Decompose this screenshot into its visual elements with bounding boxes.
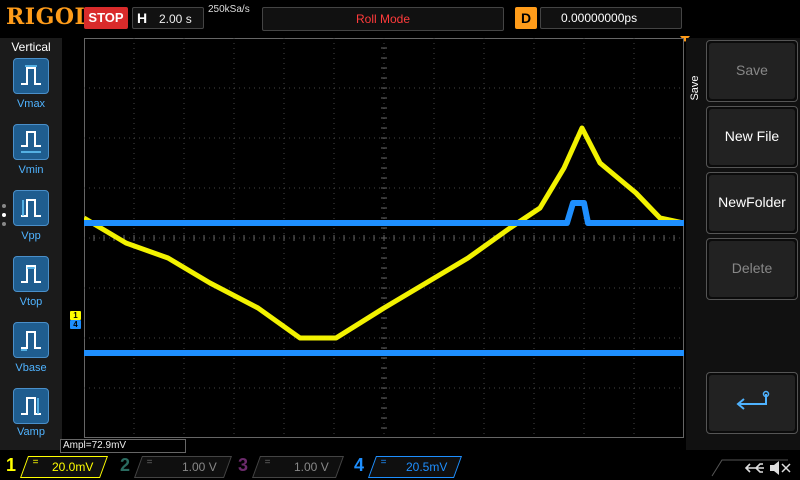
channel-bar: 1 = 20.0mV 2 = 1.00 V 3 = 1.00 V 4 = 20.… xyxy=(0,453,800,480)
vtop-icon xyxy=(21,265,41,283)
delay-value[interactable]: 0.00000000ps xyxy=(540,7,682,29)
ch3-scale-box[interactable]: = 1.00 V xyxy=(251,456,345,478)
ch4-scale-box[interactable]: = 20.5mV xyxy=(367,456,463,478)
ch2-scale: 1.00 V xyxy=(182,460,217,474)
horizontal-scale-box[interactable]: H 2.00 s xyxy=(132,7,204,29)
panel-title: Vertical xyxy=(11,40,51,54)
brand-logo: RIGOL xyxy=(6,4,91,30)
ch1-offset-marker[interactable]: 1 xyxy=(70,311,81,320)
return-softkey[interactable] xyxy=(706,372,798,434)
menu-title-tab: Save xyxy=(686,60,704,120)
ch2-number[interactable]: 2 xyxy=(120,455,130,476)
vpp-label: Vpp xyxy=(21,230,41,242)
save-softkey-label: Save xyxy=(709,43,795,99)
ch3-scale: 1.00 V xyxy=(294,460,329,474)
vmax-icon xyxy=(21,65,41,85)
vmax-button[interactable] xyxy=(13,58,49,94)
vmin-icon xyxy=(21,131,41,153)
run-stop-button[interactable]: STOP xyxy=(84,7,128,29)
ch1-coupling: = xyxy=(32,457,39,468)
vbase-label: Vbase xyxy=(15,362,47,374)
delete-softkey-label: Delete xyxy=(709,241,795,297)
ch4-offset-marker[interactable]: 4 xyxy=(70,320,81,329)
new-folder-softkey-label: NewFolder xyxy=(709,175,795,231)
vpp-icon xyxy=(21,199,41,217)
acquisition-mode[interactable]: Roll Mode xyxy=(262,7,504,31)
vbase-button[interactable] xyxy=(13,322,49,358)
ch4-coupling: = xyxy=(380,457,387,468)
ch1-number[interactable]: 1 xyxy=(6,455,16,476)
ch2-coupling: = xyxy=(146,457,153,468)
ch4-number[interactable]: 4 xyxy=(354,455,364,476)
page-indicator xyxy=(2,204,8,231)
save-menu-panel: Save Save New File NewFolder Delete xyxy=(686,38,800,450)
top-status-bar: RIGOL STOP H 2.00 s 250kSa/s Roll Mode D… xyxy=(0,0,800,42)
vmin-label: Vmin xyxy=(18,164,44,176)
vpp-button[interactable] xyxy=(13,190,49,226)
horizontal-key-label: H xyxy=(137,10,148,26)
ch2-scale-box[interactable]: = 1.00 V xyxy=(133,456,233,478)
waveform-canvas xyxy=(84,38,684,438)
ch4-scale: 20.5mV xyxy=(405,460,447,474)
save-softkey[interactable]: Save xyxy=(706,40,798,102)
menu-title: Save xyxy=(689,75,701,101)
new-file-softkey[interactable]: New File xyxy=(706,106,798,168)
vtop-button[interactable] xyxy=(13,256,49,292)
vmin-button[interactable] xyxy=(13,124,49,160)
return-icon xyxy=(736,390,770,410)
ch1-scale: 20.0mV xyxy=(51,460,93,474)
vamp-button[interactable] xyxy=(13,388,49,424)
ch3-coupling: = xyxy=(264,457,271,468)
horizontal-scale-value: 2.00 s xyxy=(159,12,192,26)
mute-speaker-icon xyxy=(770,461,791,475)
status-icons xyxy=(708,456,798,478)
waveform-display[interactable] xyxy=(84,38,684,438)
vbase-icon xyxy=(21,331,41,351)
ch1-scale-box[interactable]: = 20.0mV xyxy=(19,456,109,478)
new-file-softkey-label: New File xyxy=(709,109,795,165)
sample-rate: 250kSa/s xyxy=(208,4,250,15)
vamp-label: Vamp xyxy=(17,426,45,438)
vertical-measure-panel: Vertical Vmax Vmin Vpp Vtop Vbase Vamp xyxy=(0,38,62,450)
new-folder-softkey[interactable]: NewFolder xyxy=(706,172,798,234)
vmax-label: Vmax xyxy=(16,98,46,110)
delete-softkey[interactable]: Delete xyxy=(706,238,798,300)
vamp-icon xyxy=(21,397,41,415)
ch3-number[interactable]: 3 xyxy=(238,455,248,476)
vtop-label: Vtop xyxy=(19,296,43,308)
usb-icon xyxy=(744,463,764,473)
delay-key[interactable]: D xyxy=(515,7,537,29)
measurement-readout[interactable]: Ampl=72.9mV xyxy=(60,439,186,453)
